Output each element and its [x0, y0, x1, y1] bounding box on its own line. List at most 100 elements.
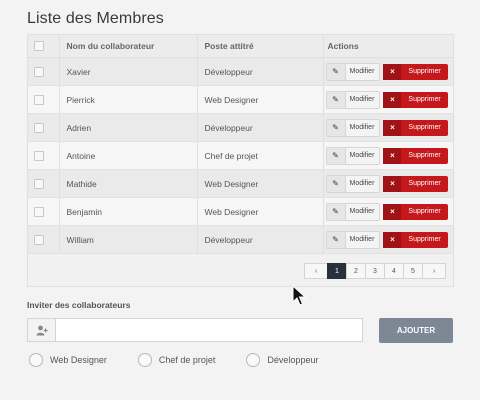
member-name: Antoine [59, 141, 198, 170]
row-checkbox[interactable] [34, 94, 44, 105]
member-role: Chef de projet [197, 141, 324, 170]
row-actions: ✎ Modifier × Supprimer [323, 57, 453, 86]
x-icon: × [383, 147, 402, 164]
member-name: William [59, 225, 198, 254]
member-role: Développeur [197, 113, 324, 142]
x-icon: × [383, 203, 402, 220]
row-checkbox[interactable] [34, 178, 44, 189]
role-radio-option[interactable]: Web Designer [29, 353, 107, 367]
role-radio-option[interactable]: Développeur [246, 353, 318, 367]
pencil-icon: ✎ [326, 231, 346, 248]
edit-button[interactable]: ✎ Modifier [325, 202, 381, 221]
radio-label: Web Designer [50, 355, 107, 365]
edit-button[interactable]: ✎ Modifier [325, 118, 381, 137]
members-table: Nom du collaborateur Poste attitré Actio… [28, 35, 453, 254]
edit-button[interactable]: ✎ Modifier [325, 230, 381, 249]
add-button[interactable]: AJOUTER [379, 318, 453, 343]
table-row: Adrien Développeur ✎ Modifier × Supprimer [28, 113, 453, 142]
radio-label: Chef de projet [158, 355, 216, 365]
row-checkbox[interactable] [34, 66, 44, 77]
edit-label: Modifier [349, 124, 375, 131]
row-checkbox[interactable] [34, 150, 44, 161]
x-icon: × [383, 231, 402, 248]
edit-label: Modifier [349, 180, 375, 187]
x-icon: × [383, 175, 402, 192]
edit-button[interactable]: ✎ Modifier [325, 174, 381, 193]
row-actions: ✎ Modifier × Supprimer [323, 169, 453, 198]
x-icon: × [383, 63, 402, 80]
add-user-icon [28, 319, 56, 341]
delete-label: Supprimer [408, 96, 441, 103]
header-actions: Actions [323, 35, 453, 58]
pencil-icon: ✎ [326, 63, 346, 80]
delete-label: Supprimer [408, 68, 441, 75]
table-row: Benjamin Web Designer ✎ Modifier × Supprimer [28, 197, 453, 226]
delete-button[interactable]: × Supprimer [383, 147, 448, 164]
radio-button[interactable] [246, 353, 261, 367]
row-select-cell [28, 169, 60, 198]
member-name: Xavier [59, 57, 198, 86]
edit-button[interactable]: ✎ Modifier [325, 146, 381, 165]
row-actions: ✎ Modifier × Supprimer [323, 225, 453, 254]
row-actions: ✎ Modifier × Supprimer [323, 85, 453, 114]
member-name: Adrien [59, 113, 198, 142]
member-role: Web Designer [197, 169, 324, 198]
pagination-prev-button[interactable]: ‹ [304, 263, 328, 279]
row-actions: ✎ Modifier × Supprimer [323, 141, 453, 170]
row-select-cell [28, 85, 60, 114]
header-role: Poste attitré [197, 35, 324, 58]
delete-button[interactable]: × Supprimer [383, 63, 448, 80]
pagination-page-button[interactable]: 3 [365, 263, 385, 279]
radio-button[interactable] [29, 353, 43, 367]
x-icon: × [383, 119, 402, 136]
pencil-icon: ✎ [326, 91, 346, 108]
pencil-icon: ✎ [326, 175, 346, 192]
delete-button[interactable]: × Supprimer [383, 203, 448, 220]
pencil-icon: ✎ [326, 119, 346, 136]
role-radio-group: Web Designer Chef de projet Développeur [29, 353, 349, 367]
delete-button[interactable]: × Supprimer [383, 119, 448, 136]
edit-label: Modifier [349, 96, 375, 103]
pagination-page-button[interactable]: 4 [384, 263, 404, 279]
member-role: Développeur [197, 57, 324, 86]
pencil-icon: ✎ [326, 203, 346, 220]
invite-input-group [27, 318, 363, 342]
edit-label: Modifier [349, 208, 375, 215]
members-table-panel: Nom du collaborateur Poste attitré Actio… [27, 34, 454, 287]
pagination: ‹ 1 2 3 4 5 › [304, 263, 446, 279]
page-title: Liste des Membres [27, 10, 164, 27]
delete-label: Supprimer [408, 124, 441, 131]
pagination-page-button[interactable]: 1 [327, 263, 347, 279]
row-checkbox[interactable] [34, 122, 44, 133]
radio-button[interactable] [137, 353, 152, 367]
delete-button[interactable]: × Supprimer [383, 175, 448, 192]
invite-label: Inviter des collaborateurs [27, 300, 131, 310]
row-checkbox[interactable] [34, 206, 44, 217]
member-name: Benjamin [59, 197, 198, 226]
header-name: Nom du collaborateur [59, 35, 198, 58]
role-radio-option[interactable]: Chef de projet [137, 353, 216, 367]
invite-input[interactable] [57, 320, 361, 340]
x-icon: × [383, 91, 402, 108]
pagination-next-button[interactable]: › [422, 263, 446, 279]
delete-label: Supprimer [408, 236, 441, 243]
edit-button[interactable]: ✎ Modifier [325, 90, 381, 109]
edit-button[interactable]: ✎ Modifier [325, 62, 381, 81]
row-actions: ✎ Modifier × Supprimer [323, 113, 453, 142]
table-row: Antoine Chef de projet ✎ Modifier × Supprimer [28, 141, 453, 170]
delete-button[interactable]: × Supprimer [383, 231, 448, 248]
delete-label: Supprimer [408, 180, 441, 187]
pagination-page-button[interactable]: 5 [403, 263, 423, 279]
row-select-cell [28, 57, 60, 86]
select-all-checkbox[interactable] [34, 41, 44, 51]
edit-label: Modifier [349, 68, 375, 75]
row-checkbox[interactable] [34, 234, 44, 245]
pagination-page-button[interactable]: 2 [346, 263, 366, 279]
edit-label: Modifier [349, 236, 375, 243]
radio-label: Développeur [267, 355, 319, 365]
header-select-cell [28, 35, 60, 58]
row-select-cell [28, 197, 60, 226]
delete-button[interactable]: × Supprimer [383, 91, 448, 108]
member-role: Développeur [197, 225, 324, 254]
table-row: Xavier Développeur ✎ Modifier × Supprimer [28, 57, 453, 86]
